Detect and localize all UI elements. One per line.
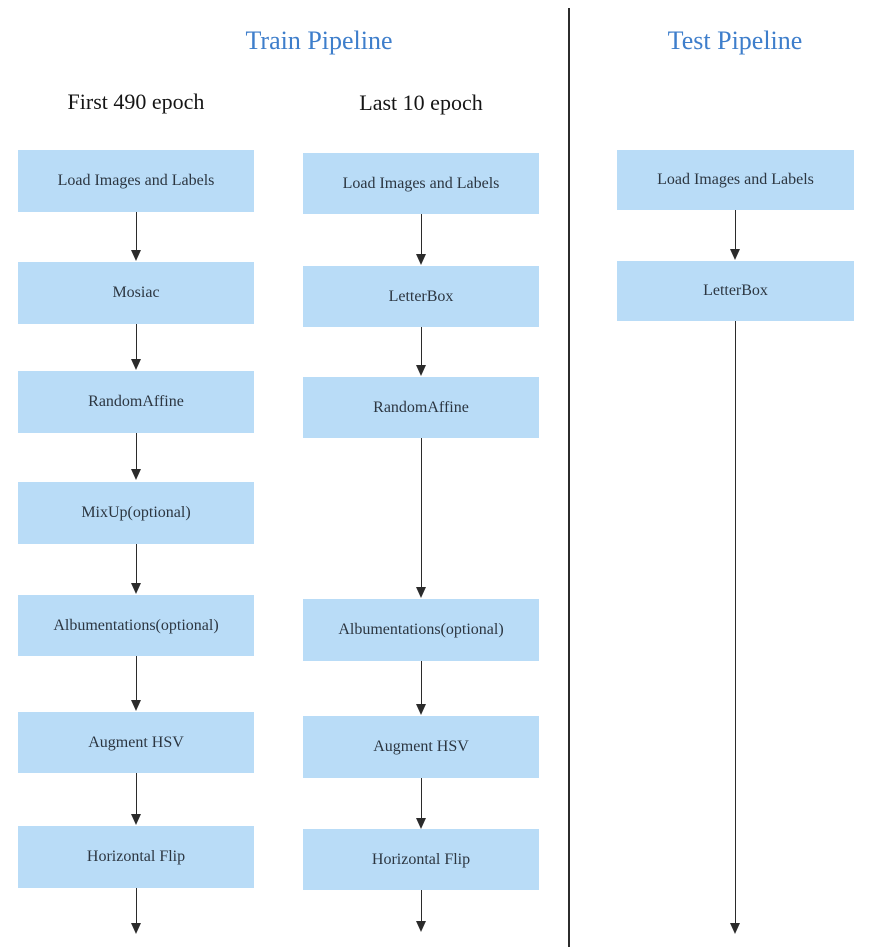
flow-box-train1-step7[interactable]: Horizontal Flip <box>18 826 254 888</box>
arrowhead-train1-6-7 <box>131 814 141 825</box>
flow-box-test-step2[interactable]: LetterBox <box>617 261 854 321</box>
column-subtitle-first-490: First 490 epoch <box>67 89 205 114</box>
connector-train2-5-6 <box>421 778 422 819</box>
flow-box-train1-step1[interactable]: Load Images and Labels <box>18 150 254 212</box>
arrowhead-train2-tail <box>416 921 426 932</box>
arrowhead-train1-tail <box>131 923 141 934</box>
arrowhead-train2-2-3 <box>416 365 426 376</box>
arrowhead-train1-2-3 <box>131 359 141 370</box>
connector-test-tail <box>735 321 736 924</box>
connector-train2-4-5 <box>421 661 422 705</box>
connector-train1-1-2 <box>136 212 137 251</box>
arrowhead-train1-3-4 <box>131 469 141 480</box>
flow-box-train2-step1[interactable]: Load Images and Labels <box>303 153 539 214</box>
flow-box-train2-step4[interactable]: Albumentations(optional) <box>303 599 539 661</box>
arrowhead-test-1-2 <box>730 249 740 260</box>
connector-train1-2-3 <box>136 324 137 360</box>
flow-box-train1-step4[interactable]: MixUp(optional) <box>18 482 254 544</box>
flow-box-train2-step5[interactable]: Augment HSV <box>303 716 539 778</box>
connector-train2-3-4 <box>421 438 422 588</box>
connector-train1-3-4 <box>136 433 137 470</box>
flow-box-test-step1[interactable]: Load Images and Labels <box>617 150 854 210</box>
arrowhead-test-tail <box>730 923 740 934</box>
connector-train2-2-3 <box>421 327 422 366</box>
connector-train1-5-6 <box>136 656 137 701</box>
connector-train2-tail <box>421 890 422 922</box>
flow-box-train2-step6[interactable]: Horizontal Flip <box>303 829 539 890</box>
connector-train1-6-7 <box>136 773 137 815</box>
flow-box-train2-step3[interactable]: RandomAffine <box>303 377 539 438</box>
flow-box-train1-step5[interactable]: Albumentations(optional) <box>18 595 254 656</box>
arrowhead-train2-5-6 <box>416 818 426 829</box>
flow-box-train1-step6[interactable]: Augment HSV <box>18 712 254 773</box>
test-pipeline-title: Test Pipeline <box>667 26 803 55</box>
pipeline-divider <box>568 8 571 947</box>
flow-box-train1-step3[interactable]: RandomAffine <box>18 371 254 433</box>
arrowhead-train2-3-4 <box>416 587 426 598</box>
column-subtitle-last-10: Last 10 epoch <box>359 90 483 115</box>
flow-box-train2-step2[interactable]: LetterBox <box>303 266 539 327</box>
flow-box-train1-step2[interactable]: Mosiac <box>18 262 254 324</box>
arrowhead-train2-4-5 <box>416 704 426 715</box>
train-pipeline-title: Train Pipeline <box>245 26 393 55</box>
connector-train1-tail <box>136 888 137 924</box>
connector-train1-4-5 <box>136 544 137 584</box>
arrowhead-train1-5-6 <box>131 700 141 711</box>
connector-test-1-2 <box>735 210 736 250</box>
arrowhead-train1-4-5 <box>131 583 141 594</box>
pipeline-diagram: Train Pipeline Test Pipeline First 490 e… <box>0 0 891 947</box>
arrowhead-train1-1-2 <box>131 250 141 261</box>
connector-train2-1-2 <box>421 214 422 255</box>
arrowhead-train2-1-2 <box>416 254 426 265</box>
